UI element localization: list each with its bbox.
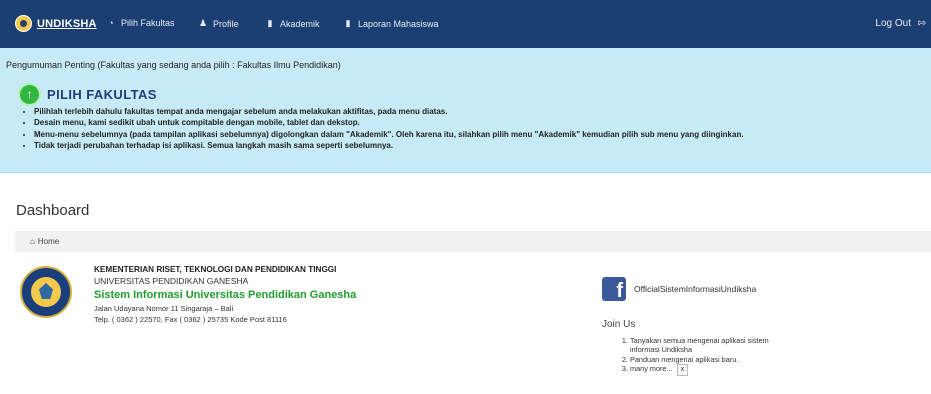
university-seal-logo [20, 266, 72, 318]
join-us-title: Join Us [602, 319, 636, 330]
close-button[interactable]: x [676, 364, 689, 377]
facebook-page-name: OfficialSistemInformasiUndiksha [634, 284, 757, 294]
top-navbar: UNDIKSHA ◔ Pilih Fakultas ♟ Profile ▮ Ak… [0, 0, 931, 48]
breadcrumb-home-link[interactable]: Home [38, 237, 59, 246]
nav-pilih-fakultas[interactable]: ◔ Pilih Fakultas [106, 18, 175, 28]
brand-name: UNDIKSHA [37, 17, 97, 30]
list-item: Menu-menu sebelumnya (pada tampilan apli… [34, 129, 744, 140]
facebook-icon: f [602, 277, 626, 301]
gauge-icon: ◔ [108, 18, 114, 28]
list-item: Tidak terjadi perubahan terhadap isi apl… [34, 140, 744, 151]
nav-label: Profile [213, 18, 239, 29]
announcement-title: Pengumuman Penting (Fakultas yang sedang… [6, 60, 341, 70]
arrow-up-circle-icon: ↑ [20, 85, 39, 104]
user-icon: ♟ [198, 18, 208, 28]
ministry-name: KEMENTERIAN RISET, TEKNOLOGI DAN PENDIDI… [94, 265, 337, 274]
list-item: Desain menu, kami sedikit ubah untuk com… [34, 117, 744, 128]
undiksha-logo-icon [15, 15, 32, 32]
book-icon: ▮ [267, 18, 273, 28]
nav-laporan-mahasiswa[interactable]: ▮ Laporan Mahasiswa [343, 18, 439, 29]
nav-label: Akademik [280, 18, 320, 29]
address: Jalan Udayana Nomor 11 Singaraja – Bali [94, 304, 234, 313]
announcement-panel: Pengumuman Penting (Fakultas yang sedang… [0, 48, 931, 173]
home-icon: ⌂ [30, 237, 35, 246]
university-name: UNIVERSITAS PENDIDIKAN GANESHA [94, 276, 249, 286]
logout-button[interactable]: Log Out ⇰ [875, 18, 927, 29]
nav-akademik[interactable]: ▮ Akademik [265, 18, 320, 29]
nav-label: Laporan Mahasiswa [358, 18, 439, 29]
page-title: Dashboard [16, 202, 90, 219]
brand-link[interactable]: UNDIKSHA [15, 15, 97, 32]
join-us-list: Tanyakan semua mengenai aplikasi sistem … [620, 336, 790, 377]
pilih-fakultas-heading: ↑ PILIH FAKULTAS [20, 85, 157, 104]
announcement-list: Pilihlah terlebih dahulu fakultas tempat… [22, 106, 744, 151]
announcement-heading: PILIH FAKULTAS [47, 87, 157, 102]
book-icon: ▮ [345, 18, 351, 28]
facebook-link[interactable]: f OfficialSistemInformasiUndiksha [602, 277, 756, 301]
phone-fax: Telp. ( 0362 ) 22570, Fax ( 0362 ) 25735… [94, 315, 287, 324]
list-item-text: many more... [630, 364, 673, 374]
logout-label: Log Out [875, 18, 911, 29]
institution-info: KEMENTERIAN RISET, TEKNOLOGI DAN PENDIDI… [94, 265, 356, 324]
sign-out-icon: ⇰ [917, 18, 927, 29]
nav-label: Pilih Fakultas [121, 18, 175, 28]
system-name: Sistem Informasi Universitas Pendidikan … [94, 289, 357, 301]
breadcrumb: ⌂ Home [15, 231, 931, 252]
list-item: Pilihlah terlebih dahulu fakultas tempat… [34, 106, 744, 117]
list-item: Tanyakan semua mengenai aplikasi sistem … [630, 336, 790, 355]
list-item: Panduan mengenai aplikasi baru. [630, 355, 790, 364]
list-item: many more... x [630, 364, 790, 377]
nav-profile[interactable]: ♟ Profile [198, 18, 239, 29]
